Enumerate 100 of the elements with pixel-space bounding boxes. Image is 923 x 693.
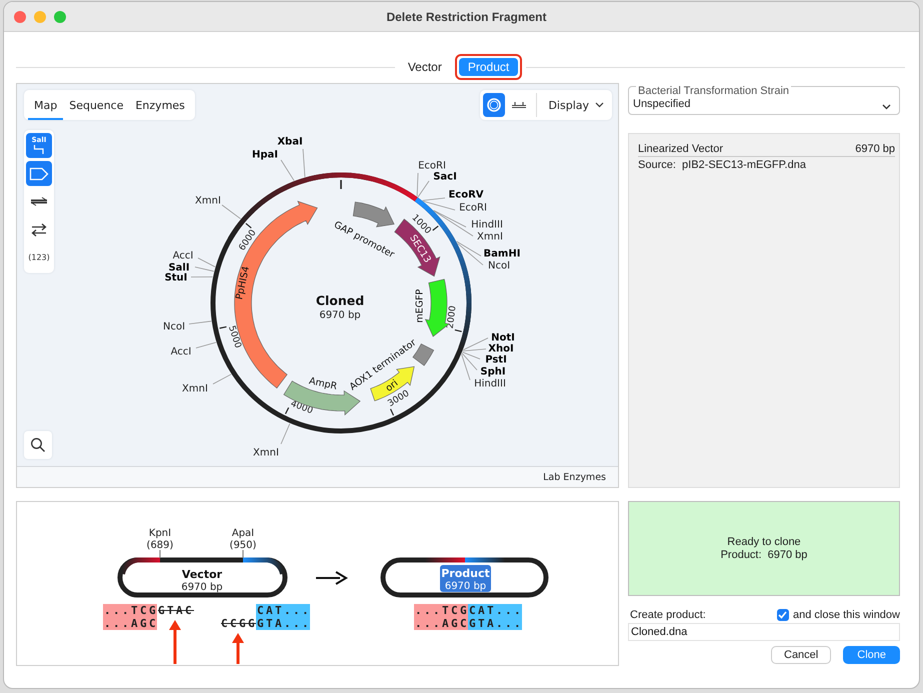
tick-mark <box>432 226 439 231</box>
segment-tab[interactable]: Vector <box>398 58 451 76</box>
enzyme-label: BamHI <box>484 248 520 260</box>
enzyme-label: HindIII <box>474 378 506 390</box>
plasmid-name: Cloned <box>316 293 364 308</box>
enzyme-label: StuI <box>164 272 188 284</box>
search-button[interactable] <box>24 431 52 459</box>
features-button[interactable] <box>26 161 52 186</box>
enzyme-label: SacI <box>433 172 457 182</box>
enzyme-label: XhoI <box>488 344 514 354</box>
up-arrow-icon <box>169 620 181 664</box>
tick-mark <box>284 407 290 414</box>
enzyme-label: EcoRV <box>448 190 484 200</box>
sequence-text: CAT... <box>256 604 310 616</box>
fragment-length: 6970 bp <box>181 582 223 593</box>
sequence-text: GTA... <box>256 616 310 630</box>
numbers-button[interactable]: (123) <box>26 245 52 270</box>
site-name: ApaI <box>232 528 254 539</box>
removed-bases: GTAC <box>157 604 193 616</box>
leader-line <box>222 204 241 220</box>
plasmid-length: 6970 bp <box>319 310 361 321</box>
info-title: Linearized Vector <box>638 143 723 155</box>
leader-line <box>280 160 294 182</box>
enzyme-label: PstI <box>485 354 507 366</box>
chevron-down-icon <box>882 104 891 110</box>
site-position: (689) <box>146 540 174 551</box>
leader-line <box>302 148 306 178</box>
field-label: Bacterial Transformation Strain <box>636 85 792 97</box>
cancel-button[interactable]: Cancel <box>771 646 832 664</box>
sequence-text: GTA... <box>468 616 522 630</box>
double-strand-icon <box>30 194 48 208</box>
ring-icon <box>486 97 502 113</box>
product-badge <box>440 565 491 592</box>
sequence-text: ...TCG <box>414 604 468 616</box>
fragment-length: 6970 bp <box>444 581 486 592</box>
feature-label: ori <box>384 378 400 394</box>
feature-label: mEGFP <box>414 289 426 323</box>
tick-mark <box>390 408 394 416</box>
feature-label: AmpR <box>308 376 338 392</box>
tick-label: 5000 <box>226 324 243 350</box>
filename-field[interactable]: Cloned.dna <box>628 623 900 641</box>
enzyme-label: NcoI <box>162 322 186 332</box>
tick-label: 2000 <box>446 305 459 330</box>
enzyme-label: XmnI <box>477 232 503 242</box>
sequence-text: ...TCG <box>103 604 157 616</box>
enzyme-label: AccI <box>170 346 192 358</box>
leader-line <box>190 276 213 278</box>
cut-site-icon <box>33 144 45 155</box>
enzyme-label: NotI <box>491 332 515 344</box>
status-text: Product: 6970 bp <box>720 548 808 562</box>
enzyme-label: AccI <box>172 250 194 262</box>
sequence-text: CAT... <box>468 604 522 616</box>
source-text: Source: pIB2-SEC13-mEGFP.dna <box>638 159 807 171</box>
enzyme-label: NcoI <box>488 260 510 272</box>
up-arrow-icon <box>232 633 244 664</box>
enzyme-set-label: Lab Enzymes <box>543 472 606 482</box>
close-button[interactable] <box>14 10 26 22</box>
checkbox-label: and close this window <box>792 609 900 621</box>
view-tab[interactable]: Map <box>28 90 64 120</box>
window-title: Delete Restriction Fragment <box>385 10 548 24</box>
sequence-text: ...AGC <box>103 616 157 630</box>
leader-line <box>280 423 290 444</box>
site-position: (950) <box>230 540 256 551</box>
enzyme-label: HpaI <box>252 150 278 160</box>
create-label: Create product: <box>630 609 706 621</box>
info-length: 6970 bp <box>855 143 895 155</box>
enzyme-label: SphI <box>480 366 506 378</box>
fragment-name: Vector <box>182 568 222 581</box>
circular-view-button[interactable] <box>483 93 506 117</box>
tick-mark <box>245 223 252 228</box>
enzyme-label: EcoRI <box>418 160 446 172</box>
enzyme-label: HindIII <box>471 220 503 230</box>
enzyme-label: XmnI <box>182 384 208 394</box>
close-checkbox[interactable] <box>776 609 789 621</box>
display-menu-button[interactable]: Display <box>543 98 609 112</box>
status-text: Ready to clone <box>727 536 801 548</box>
view-tab[interactable]: Sequence <box>63 90 130 120</box>
tick-mark <box>454 329 462 332</box>
chevron-down-icon <box>595 102 604 108</box>
checkmark-icon <box>778 611 788 619</box>
site-name: KpnI <box>148 528 172 539</box>
enzyme-label: XbaI <box>277 136 303 148</box>
enzyme-label: EcoRI <box>459 202 487 214</box>
pentagon-icon <box>29 166 49 180</box>
leader-line <box>188 320 212 324</box>
feature-label: PpHIS4 <box>234 265 252 301</box>
tick-mark <box>219 326 227 329</box>
enzyme-label: XmnI <box>195 196 221 206</box>
leader-line <box>196 342 216 348</box>
right-arrow-icon <box>316 571 348 585</box>
removed-bases: CCGG <box>220 616 256 630</box>
leader-line <box>212 374 232 384</box>
enzyme-label: XmnI <box>253 448 279 458</box>
fragment-name: Product <box>441 567 490 580</box>
sequence-text: ...AGC <box>414 616 468 630</box>
linear-map-icon <box>512 102 526 108</box>
view-tab[interactable]: Enzymes <box>129 90 191 120</box>
enzyme-label: SalI <box>168 262 190 274</box>
search-icon <box>30 437 46 453</box>
swap-arrows-icon <box>30 222 48 238</box>
